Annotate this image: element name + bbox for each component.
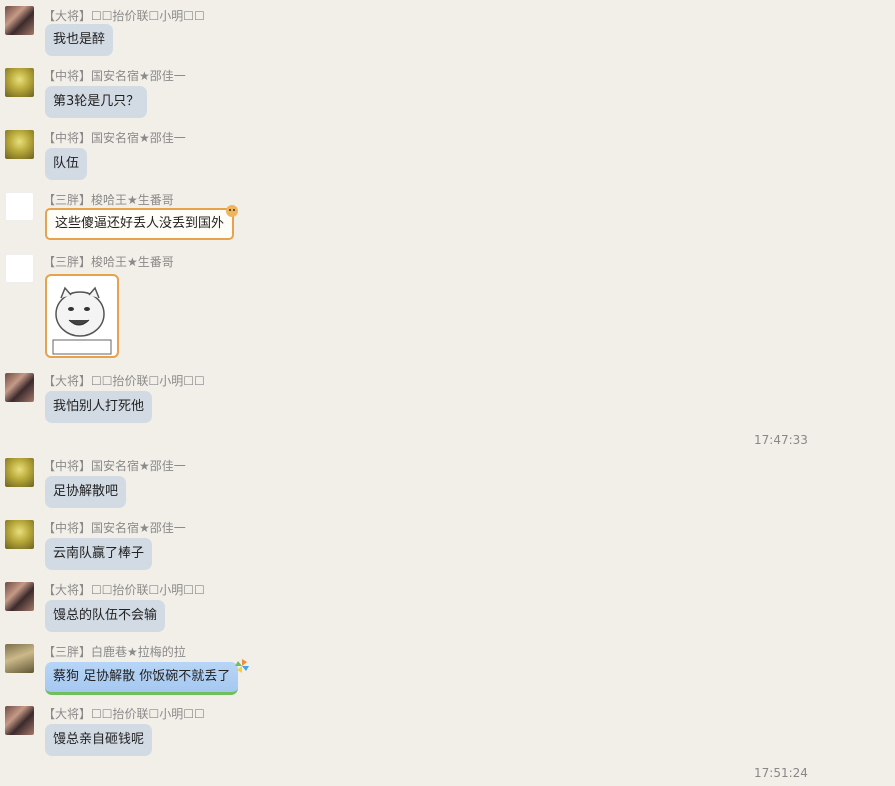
message-bubble[interactable]: 第3轮是几只？ bbox=[45, 86, 148, 118]
avatar[interactable] bbox=[5, 254, 34, 283]
sender-name[interactable]: 【中将】国安名宿★邵佳一 bbox=[43, 520, 186, 536]
avatar[interactable] bbox=[5, 458, 34, 487]
pinwheel-decoration-icon bbox=[235, 659, 249, 673]
message-bubble[interactable]: 云南队赢了棒子 bbox=[45, 538, 153, 570]
avatar[interactable] bbox=[5, 130, 34, 159]
cat-decoration-icon bbox=[226, 205, 238, 217]
sender-name[interactable]: 【三胖】白鹿巷★拉梅的拉 bbox=[43, 644, 186, 660]
avatar[interactable] bbox=[5, 68, 34, 97]
sender-name[interactable]: 【三胖】梭哈王★生番哥 bbox=[43, 254, 174, 270]
message-bubble[interactable]: 馒总的队伍不会输 bbox=[45, 600, 166, 632]
timestamp: 17:51:24 bbox=[754, 766, 808, 780]
avatar[interactable] bbox=[5, 192, 34, 221]
message-bubble[interactable]: 队伍 bbox=[45, 148, 88, 180]
sender-name[interactable]: 【中将】国安名宿★邵佳一 bbox=[43, 68, 186, 84]
message-bubble[interactable]: 馒总亲自砸钱呢 bbox=[45, 724, 153, 756]
sender-name[interactable]: 【大将】☐☐抬价联☐小明☐☐ bbox=[43, 582, 205, 598]
avatar[interactable] bbox=[5, 644, 34, 673]
sender-name[interactable]: 【大将】☐☐抬价联☐小明☐☐ bbox=[43, 8, 205, 24]
message-bubble[interactable]: 足协解散吧 bbox=[45, 476, 127, 508]
avatar[interactable] bbox=[5, 706, 34, 735]
timestamp: 17:47:33 bbox=[754, 433, 808, 447]
message-bubble[interactable]: 我怕别人打死他 bbox=[45, 391, 153, 423]
avatar[interactable] bbox=[5, 373, 34, 402]
avatar[interactable] bbox=[5, 582, 34, 611]
message-bubble[interactable]: 蔡狗 足协解散 你饭碗不就丢了 bbox=[45, 662, 239, 695]
face-sticker-icon bbox=[52, 286, 112, 355]
avatar[interactable] bbox=[5, 520, 34, 549]
message-bubble[interactable]: 这些傻逼还好丢人没丢到国外 bbox=[45, 208, 235, 240]
sender-name[interactable]: 【大将】☐☐抬价联☐小明☐☐ bbox=[43, 706, 205, 722]
sender-name[interactable]: 【三胖】梭哈王★生番哥 bbox=[43, 192, 174, 208]
message-bubble[interactable]: 我也是醉 bbox=[45, 24, 114, 56]
sender-name[interactable]: 【大将】☐☐抬价联☐小明☐☐ bbox=[43, 373, 205, 389]
sender-name[interactable]: 【中将】国安名宿★邵佳一 bbox=[43, 458, 186, 474]
sender-name[interactable]: 【中将】国安名宿★邵佳一 bbox=[43, 130, 186, 146]
avatar[interactable] bbox=[5, 6, 34, 35]
chat-history: 【大将】☐☐抬价联☐小明☐☐ 我也是醉 【中将】国安名宿★邵佳一 第3轮是几只？… bbox=[0, 0, 895, 786]
sticker-message[interactable] bbox=[45, 274, 119, 358]
